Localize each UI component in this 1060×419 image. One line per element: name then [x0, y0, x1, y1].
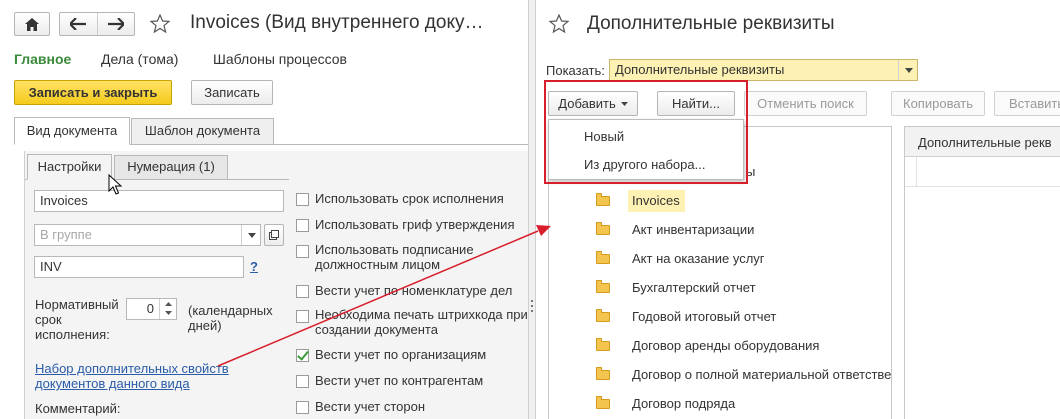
annotation-arrow	[217, 225, 551, 367]
